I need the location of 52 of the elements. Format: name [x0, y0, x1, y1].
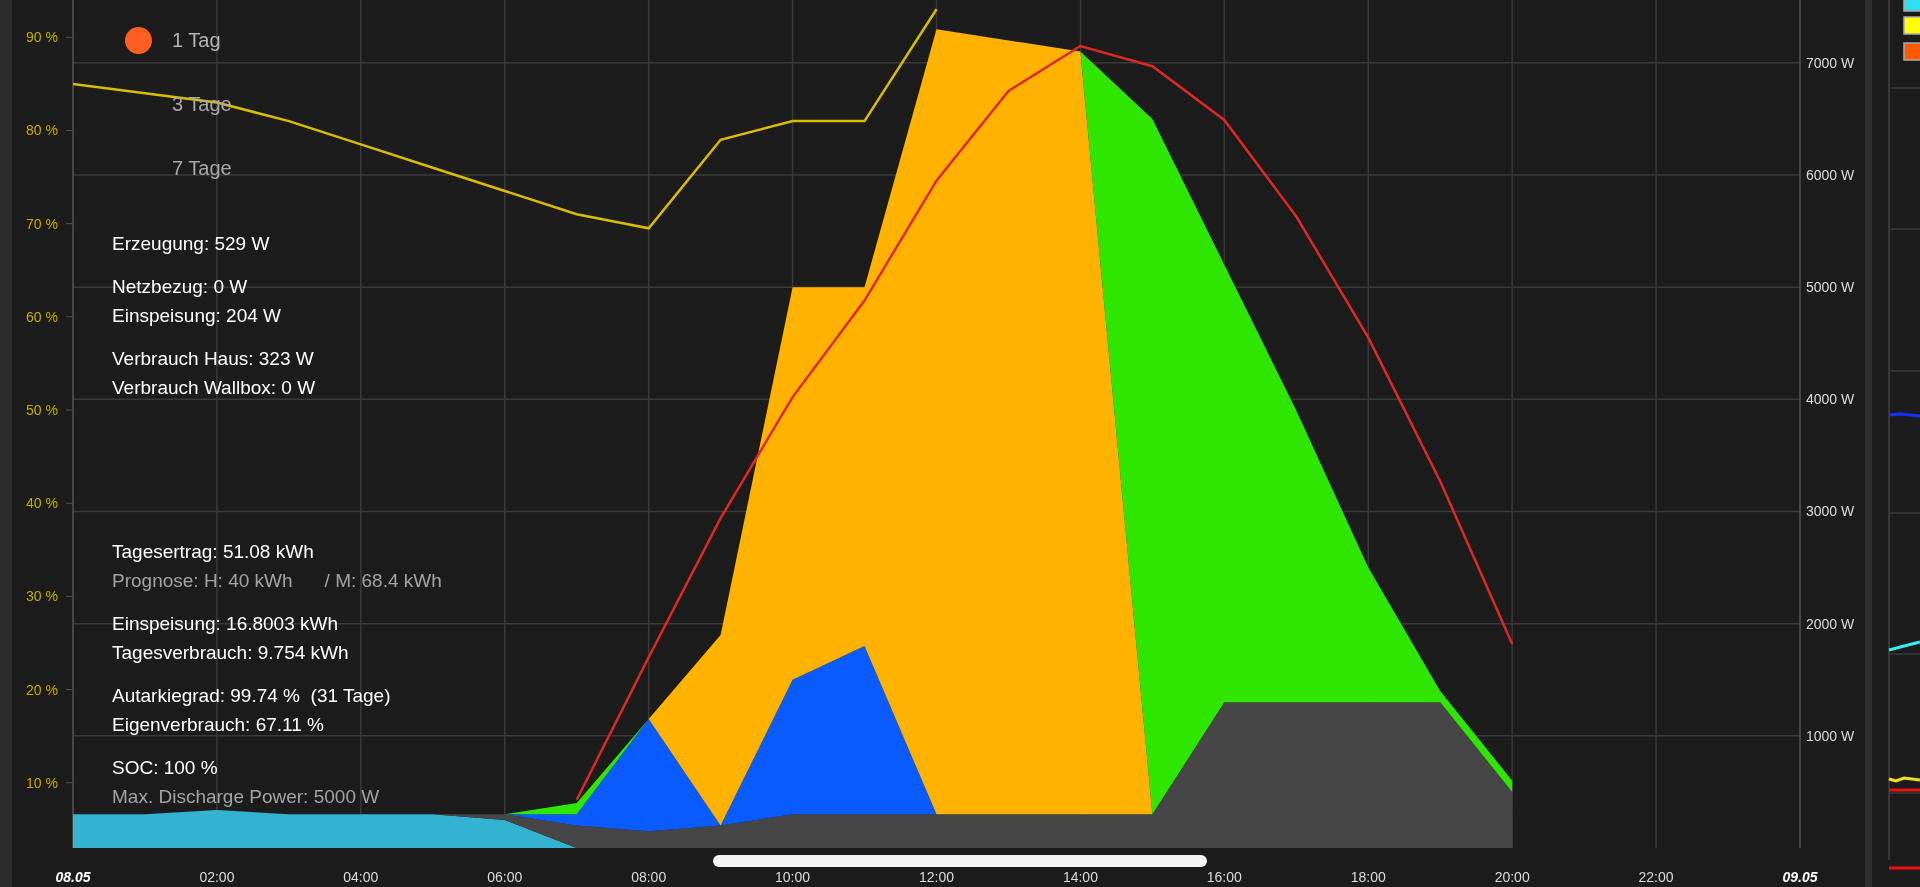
- stat-text: Max. Discharge Power: 5000 W: [112, 785, 380, 809]
- date-label: 08.05: [55, 869, 91, 885]
- stat-text: Erzeugung: 529 W: [112, 232, 270, 256]
- axis-label: 18:00: [1350, 869, 1386, 885]
- axis-label: 80 %: [26, 122, 58, 139]
- scrollbar[interactable]: [713, 855, 1207, 867]
- axis-label: 16:00: [1206, 869, 1242, 885]
- stat-text: Netzbezug: 0 W: [112, 275, 248, 299]
- chart-line: [1889, 866, 1920, 870]
- stat-text: SOC: 100 %: [112, 756, 218, 780]
- selected-dot-icon: [125, 26, 152, 54]
- axis-label: 3000 W: [1806, 503, 1855, 520]
- axis-label: 12:00: [919, 869, 954, 885]
- axis-label: 50 %: [26, 402, 58, 418]
- axis-label: 04:00: [343, 869, 379, 885]
- axis-label: 4000 W: [1806, 391, 1855, 408]
- date-label: 09.05: [1782, 869, 1818, 885]
- axis-label: 22:00: [1638, 869, 1674, 885]
- chart-line: [1889, 788, 1920, 792]
- axis-label: 60 %: [26, 308, 58, 325]
- axis-label: 30 %: [26, 588, 58, 605]
- range-option[interactable]: 7 Tage: [125, 148, 232, 188]
- axis-label: 40 %: [26, 495, 58, 512]
- stat-text: Tagesverbrauch: 9.754 kWh: [112, 641, 349, 665]
- stat-text: / M: 68.4 kWh: [324, 569, 442, 593]
- axis-label: 2000 W: [1806, 615, 1855, 632]
- stat-text: Eigenverbrauch: 67.11 %: [112, 713, 324, 737]
- axis-label: 10:00: [775, 869, 811, 885]
- axis-label: 02:00: [199, 869, 235, 885]
- stat-text: Autarkiegrad: 99.74 % (31 Tage): [112, 684, 391, 708]
- stat-text: Prognose: H: 40 kWh: [112, 569, 293, 593]
- axis-label: 90 %: [26, 29, 58, 46]
- chart-line: [1888, 640, 1920, 652]
- stat-text: Einspeisung: 204 W: [112, 304, 281, 328]
- axis-label: 1000 W: [1806, 727, 1855, 744]
- chart-line: [1888, 412, 1920, 418]
- axis-label: 6000 W: [1806, 167, 1855, 183]
- stat-text: Verbrauch Wallbox: 0 W: [112, 376, 316, 400]
- axis-label: 20:00: [1494, 869, 1530, 885]
- stat-text: Einspeisung: 16.8003 kWh: [112, 612, 339, 636]
- axis-label: 14:00: [1062, 869, 1098, 885]
- stat-text: Verbrauch Haus: 323 W: [112, 347, 314, 371]
- axis-label: 70 %: [26, 215, 58, 232]
- axis-label: 5000 W: [1806, 279, 1855, 296]
- axis-label: 10 %: [26, 774, 58, 791]
- stat-text: Tagesertrag: 51.08 kWh: [112, 540, 314, 564]
- axis-label: 06:00: [487, 869, 523, 885]
- axis-label: 20 %: [26, 681, 58, 698]
- axis-label: 08:00: [631, 869, 667, 885]
- axis-label: 7000 W: [1806, 54, 1855, 71]
- chart-line: [1888, 776, 1920, 783]
- range-option[interactable]: 1 Tag: [125, 20, 232, 60]
